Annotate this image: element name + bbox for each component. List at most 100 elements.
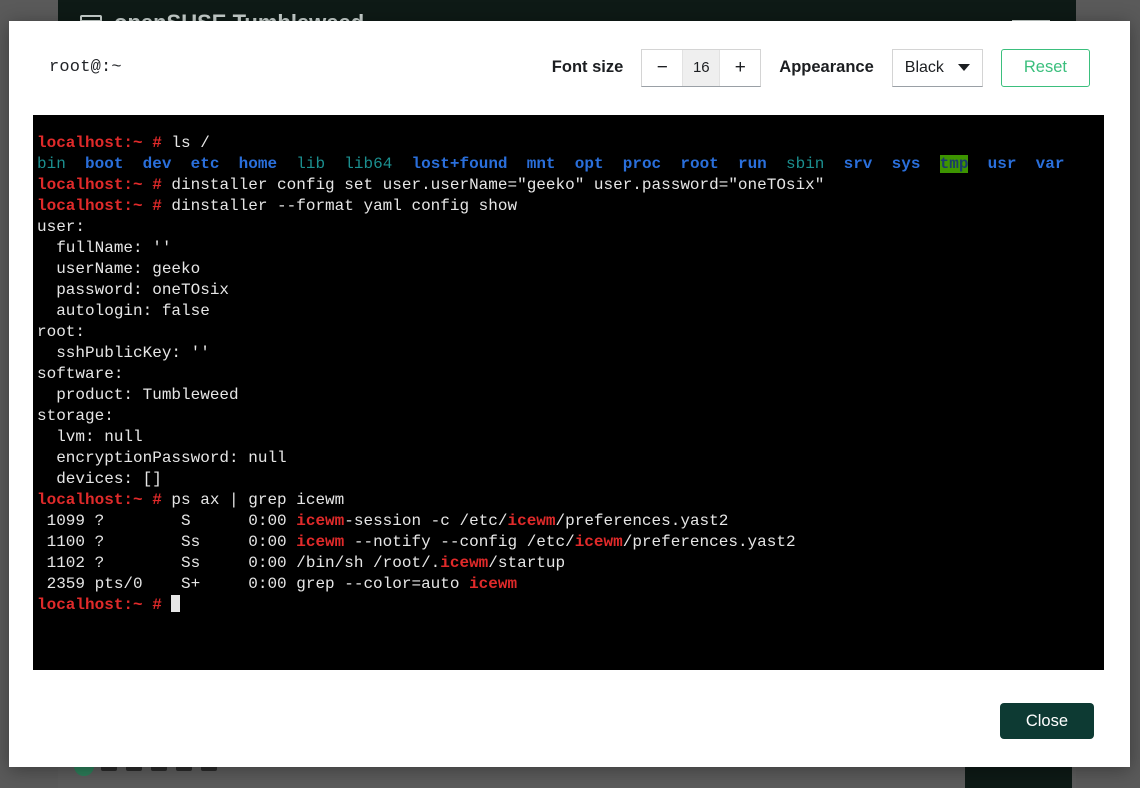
terminal-line: software: (37, 364, 1098, 385)
terminal-text-plain (66, 155, 85, 173)
terminal-line: fullName: '' (37, 238, 1098, 259)
dialog-footer: Close (9, 675, 1130, 767)
terminal-text-dir: dev (143, 155, 172, 173)
terminal-line: autologin: false (37, 301, 1098, 322)
terminal-text-plain: userName: geeko (37, 260, 200, 278)
terminal-text-prompt: localhost:~ # (37, 596, 162, 614)
terminal-text-plain (968, 155, 987, 173)
terminal-text-plain: product: Tumbleweed (37, 386, 239, 404)
font-size-decrease-button[interactable]: − (642, 50, 682, 86)
dialog-header-controls: Font size − 16 + Appearance Black Reset (552, 49, 1090, 87)
terminal-text-plain: encryptionPassword: null (37, 449, 287, 467)
terminal-text-plain: /preferences.yast2 (556, 512, 729, 530)
terminal-line: product: Tumbleweed (37, 385, 1098, 406)
terminal-text-dir: srv (844, 155, 873, 173)
terminal-dialog: root@:~ Font size − 16 + Appearance Blac… (9, 21, 1130, 767)
terminal-line: 1100 ? Ss 0:00 icewm --notify --config /… (37, 532, 1098, 553)
terminal-text-plain: /startup (488, 554, 565, 572)
terminal-text-plain: fullName: '' (37, 239, 171, 257)
terminal-line: lvm: null (37, 427, 1098, 448)
terminal-text-plain (171, 155, 190, 173)
terminal-text-plain (123, 155, 142, 173)
terminal-line: localhost:~ # dinstaller config set user… (37, 175, 1098, 196)
dialog-header: root@:~ Font size − 16 + Appearance Blac… (9, 21, 1130, 114)
terminal-line: userName: geeko (37, 259, 1098, 280)
terminal-text-dir: lost+found (412, 155, 508, 173)
terminal-text-plain: sshPublicKey: '' (37, 344, 210, 362)
terminal-text-plain: 1099 ? S 0:00 (37, 512, 296, 530)
terminal-text-plain: ps ax | grep icewm (162, 491, 344, 509)
terminal-line: devices: [] (37, 469, 1098, 490)
terminal-text-plain (767, 155, 786, 173)
terminal-text-dir: run (738, 155, 767, 173)
terminal-text-link: lib (296, 155, 325, 173)
terminal-text-plain: devices: [] (37, 470, 162, 488)
terminal-text-link: lib64 (344, 155, 392, 173)
terminal-text-prompt: localhost:~ # (37, 134, 162, 152)
terminal-line: password: oneTOsix (37, 280, 1098, 301)
terminal-text-match: icewm (508, 512, 556, 530)
terminal-line: user: (37, 217, 1098, 238)
terminal-text-match: icewm (575, 533, 623, 551)
terminal-text-dir: proc (623, 155, 661, 173)
terminal-text-plain (824, 155, 843, 173)
terminal-text-plain (219, 155, 238, 173)
terminal-text-dir: opt (575, 155, 604, 173)
font-size-label: Font size (552, 58, 624, 77)
appearance-label: Appearance (779, 58, 873, 77)
terminal-text-plain: 2359 pts/0 S+ 0:00 grep --color=auto (37, 575, 469, 593)
terminal-text-dir: boot (85, 155, 123, 173)
terminal-text-plain: dinstaller --format yaml config show (162, 197, 517, 215)
appearance-selected-value: Black (905, 59, 944, 77)
terminal-line: root: (37, 322, 1098, 343)
terminal-text-match: icewm (296, 512, 344, 530)
terminal-text-plain (719, 155, 738, 173)
terminal-text-plain (508, 155, 527, 173)
font-size-stepper[interactable]: − 16 + (641, 49, 761, 87)
chevron-down-icon (958, 64, 970, 71)
terminal-text-plain: 1100 ? Ss 0:00 (37, 533, 296, 551)
terminal-text-dir: var (1036, 155, 1065, 173)
terminal-text-link: bin (37, 155, 66, 173)
terminal-text-plain: ls / (162, 134, 210, 152)
terminal-cursor (171, 595, 180, 612)
terminal-text-plain: password: oneTOsix (37, 281, 229, 299)
terminal-text-plain (325, 155, 344, 173)
terminal-text-plain (392, 155, 411, 173)
terminal-text-match: icewm (296, 533, 344, 551)
terminal-line: localhost:~ # ps ax | grep icewm (37, 490, 1098, 511)
terminal-line: 1102 ? Ss 0:00 /bin/sh /root/.icewm/star… (37, 553, 1098, 574)
terminal-text-dir: root (680, 155, 718, 173)
terminal-text-plain (872, 155, 891, 173)
terminal-text-plain (604, 155, 623, 173)
terminal-text-plain (1016, 155, 1035, 173)
terminal-line: 2359 pts/0 S+ 0:00 grep --color=auto ice… (37, 574, 1098, 595)
terminal-text-plain (162, 596, 172, 614)
terminal-text-plain (277, 155, 296, 173)
terminal-text-dir: sys (892, 155, 921, 173)
terminal-text-dir: mnt (527, 155, 556, 173)
font-size-increase-button[interactable]: + (720, 50, 760, 86)
terminal-text-dir: usr (988, 155, 1017, 173)
terminal-text-match: icewm (469, 575, 517, 593)
terminal-text-dir: etc (191, 155, 220, 173)
terminal-line: 1099 ? S 0:00 icewm-session -c /etc/icew… (37, 511, 1098, 532)
terminal-output[interactable]: localhost:~ # ls /bin boot dev etc home … (33, 115, 1104, 670)
appearance-select[interactable]: Black (892, 49, 983, 87)
terminal-text-plain: -session -c /etc/ (344, 512, 507, 530)
terminal-text-plain: /preferences.yast2 (623, 533, 796, 551)
terminal-text-prompt: localhost:~ # (37, 491, 162, 509)
terminal-text-plain: lvm: null (37, 428, 143, 446)
font-size-value: 16 (682, 50, 720, 86)
terminal-text-plain: user: (37, 218, 85, 236)
terminal-line: encryptionPassword: null (37, 448, 1098, 469)
terminal-line: localhost:~ # dinstaller --format yaml c… (37, 196, 1098, 217)
terminal-text-match: icewm (440, 554, 488, 572)
terminal-text-plain (661, 155, 680, 173)
terminal-line: localhost:~ # ls / (37, 133, 1098, 154)
terminal-text-plain: storage: (37, 407, 114, 425)
terminal-text-plain: --notify --config /etc/ (344, 533, 574, 551)
reset-button[interactable]: Reset (1001, 49, 1090, 87)
close-button[interactable]: Close (1000, 703, 1094, 739)
terminal-text-dir: home (239, 155, 277, 173)
